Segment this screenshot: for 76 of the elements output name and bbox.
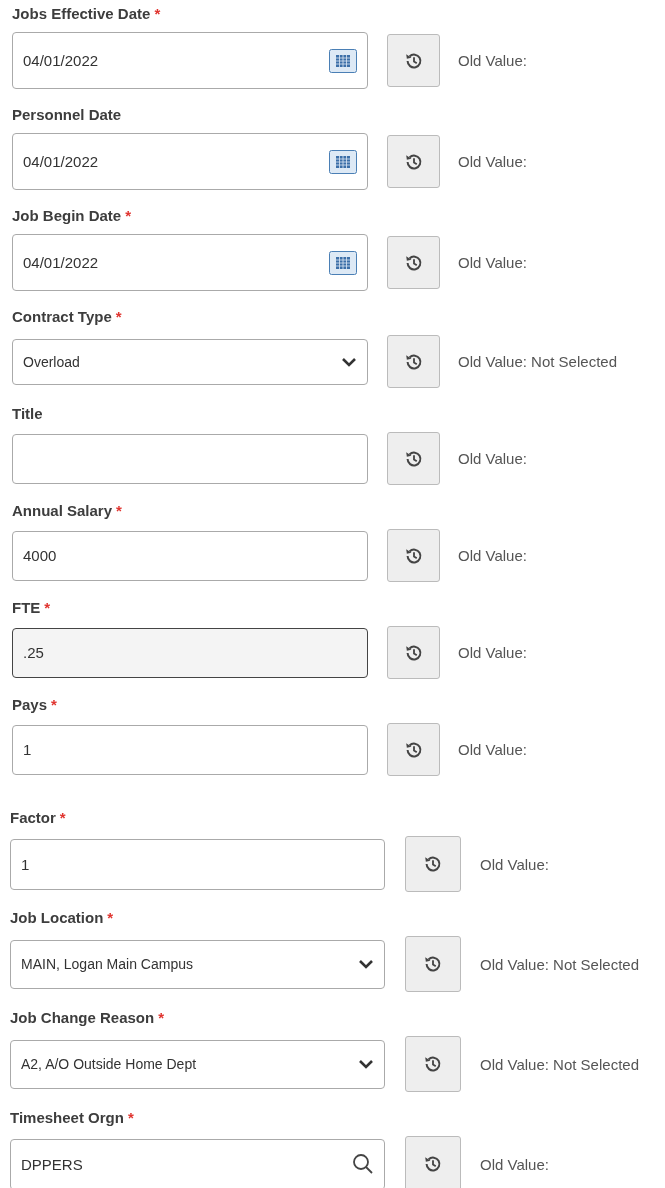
field-label: FTE	[12, 599, 41, 616]
history-button[interactable]	[405, 936, 461, 992]
field-label: Contract Type	[12, 308, 112, 325]
old-value-text: Old Value:	[480, 855, 549, 873]
old-value-text: Old Value:	[458, 254, 527, 271]
field-value: 04/01/2022	[23, 52, 99, 69]
history-button[interactable]	[387, 335, 440, 388]
old-value-text: Old Value:	[480, 1155, 549, 1173]
field-label: Annual Salary	[12, 502, 113, 519]
field-label: Personnel Date	[12, 106, 122, 123]
field-label: Factor	[10, 809, 56, 826]
input-field[interactable]: 4000	[12, 530, 368, 581]
required-asterisk: *	[116, 502, 122, 519]
history-button[interactable]	[405, 1036, 461, 1092]
dropdown[interactable]: MAIN, Logan Main Campus	[10, 939, 385, 989]
date-field[interactable]: 04/01/2022	[12, 234, 368, 291]
required-asterisk: *	[154, 5, 161, 22]
field-value: Overload	[23, 353, 80, 370]
history-button[interactable]	[387, 626, 440, 679]
calendar-icon[interactable]	[329, 250, 357, 275]
history-button[interactable]	[387, 432, 440, 485]
history-button[interactable]	[387, 135, 440, 188]
field-label: Pays	[12, 696, 48, 713]
field-value: A2, A/O Outside Home Dept	[21, 1056, 197, 1072]
search-field[interactable]: DPPERS	[10, 1138, 385, 1188]
calendar-icon[interactable]	[329, 48, 357, 73]
required-asterisk: *	[44, 599, 51, 616]
field-label: Job Change Reason	[10, 1009, 155, 1026]
chevron-down-icon	[358, 1059, 374, 1069]
old-value-text: Old Value:	[458, 153, 527, 170]
field-value: 1	[23, 741, 32, 758]
required-asterisk: *	[125, 207, 132, 224]
field-label: Timesheet Orgn	[10, 1109, 124, 1126]
dropdown[interactable]: Overload	[12, 338, 368, 385]
input-field[interactable]: .25	[12, 627, 368, 678]
old-value-text: Old Value:	[458, 52, 527, 69]
field-label: Job Location	[10, 909, 104, 926]
field-value: MAIN, Logan Main Campus	[21, 956, 193, 972]
required-asterisk: *	[158, 1009, 165, 1026]
input-field[interactable]	[12, 433, 368, 484]
date-field[interactable]: 04/01/2022	[12, 133, 368, 190]
date-field[interactable]: 04/01/2022	[12, 32, 368, 89]
history-button[interactable]	[405, 836, 461, 892]
old-value-text: Old Value: Not Selected	[480, 955, 639, 973]
field-value: DPPERS	[21, 1155, 83, 1173]
old-value-text: Old Value:	[458, 644, 527, 661]
chevron-down-icon	[358, 959, 374, 969]
field-value: 04/01/2022	[23, 254, 99, 271]
field-label: Jobs Effective Date	[12, 5, 151, 22]
field-label: Title	[12, 405, 43, 422]
field-value: 04/01/2022	[23, 153, 99, 170]
field-value: 1	[21, 855, 30, 873]
calendar-icon[interactable]	[329, 149, 357, 174]
input-field[interactable]: 1	[12, 724, 368, 775]
history-button[interactable]	[405, 1136, 461, 1188]
history-button[interactable]	[387, 236, 440, 289]
field-value: 4000	[23, 547, 57, 564]
required-asterisk: *	[115, 308, 122, 325]
field-label: Job Begin Date	[12, 207, 122, 224]
field-value: .25	[23, 644, 44, 661]
history-button[interactable]	[387, 34, 440, 87]
old-value-text: Old Value:	[458, 741, 527, 758]
old-value-text: Old Value:	[458, 547, 527, 564]
dropdown[interactable]: A2, A/O Outside Home Dept	[10, 1039, 385, 1089]
old-value-text: Old Value: Not Selected	[480, 1055, 639, 1073]
required-asterisk: *	[127, 1109, 134, 1126]
input-field[interactable]: 1	[10, 838, 385, 890]
history-button[interactable]	[387, 529, 440, 582]
old-value-text: Old Value:	[458, 450, 527, 467]
required-asterisk: *	[51, 696, 57, 713]
required-asterisk: *	[107, 909, 114, 926]
history-button[interactable]	[387, 723, 440, 776]
required-asterisk: *	[59, 809, 66, 826]
search-icon[interactable]	[352, 1153, 374, 1175]
old-value-text: Old Value: Not Selected	[458, 353, 617, 370]
chevron-down-icon	[341, 356, 357, 367]
